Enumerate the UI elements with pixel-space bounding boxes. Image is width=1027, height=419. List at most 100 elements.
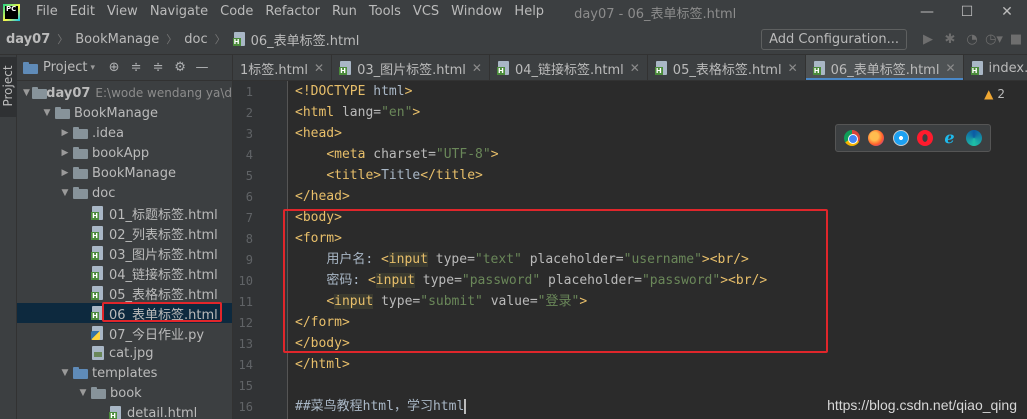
chevron-down-icon[interactable]: ▼ [57, 188, 73, 198]
close-icon[interactable]: ✕ [788, 61, 798, 75]
tree-item[interactable]: 04_链接标签.html [17, 263, 232, 283]
tree-item[interactable]: cat.jpg [17, 343, 232, 363]
tree-item[interactable]: ▼ templates [17, 363, 232, 383]
code-line[interactable]: </html> [295, 354, 350, 375]
internet-explorer-icon[interactable]: ℯ [941, 130, 957, 146]
code-line[interactable]: <html lang="en"> [295, 102, 420, 123]
line-number: 9 [245, 253, 253, 267]
breadcrumb-file[interactable]: 06_表单标签.html [232, 30, 359, 49]
project-tool-tab[interactable]: Project [0, 57, 17, 117]
code-line[interactable]: ##菜鸟教程html，学习html [295, 396, 467, 417]
code-line[interactable]: <title>Title</title> [295, 165, 483, 186]
locate-icon[interactable]: ⊕ [103, 57, 125, 79]
chevron-right-icon[interactable]: ▶ [57, 168, 73, 178]
gear-icon[interactable]: ⚙ [169, 57, 191, 79]
menu-view[interactable]: View [101, 0, 144, 24]
project-view-selector[interactable]: Project ▾ [43, 60, 95, 75]
tree-item-label: doc [92, 185, 116, 201]
folder-icon [55, 107, 70, 119]
editor-tab[interactable]: 05_表格标签.html ✕ [648, 55, 806, 80]
project-panel: Project ▾ ⊕ ≑ ≑ ⚙ — ▼ day07 E:\wode wendang… [17, 55, 233, 419]
inspection-warnings[interactable]: ▲ 2 [984, 87, 1005, 101]
tree-item-label: templates [92, 365, 158, 381]
code-line[interactable]: <!DOCTYPE html> [295, 81, 412, 102]
editor-tab[interactable]: index.html✕ [964, 55, 1027, 80]
tree-item[interactable]: 05_表格标签.html [17, 283, 232, 303]
menu-run[interactable]: Run [326, 0, 363, 24]
debug-icon[interactable]: ✱ [939, 29, 961, 51]
editor-tab[interactable]: 03_图片标签.html ✕ [332, 55, 490, 80]
tree-item-label: 05_表格标签.html [109, 287, 218, 303]
tree-item[interactable]: ▼ doc [17, 183, 232, 203]
menu-refactor[interactable]: Refactor [259, 0, 326, 24]
menu-help[interactable]: Help [508, 0, 550, 24]
tree-item[interactable]: detail.html [17, 403, 232, 419]
menu-tools[interactable]: Tools [363, 0, 407, 24]
tree-item-label: 02_列表标签.html [109, 227, 218, 243]
editor-tab-label: 04_链接标签.html [514, 62, 624, 78]
minimize-button[interactable]: — [907, 0, 947, 24]
expand-icon[interactable]: ≑ [147, 57, 169, 79]
code-highlight-annotation [283, 209, 828, 353]
tree-item[interactable]: ▼ book [17, 383, 232, 403]
tree-item[interactable]: 07_今日作业.py [17, 323, 232, 343]
close-icon[interactable]: ✕ [945, 61, 955, 75]
warning-count: 2 [997, 87, 1005, 101]
opera-icon[interactable] [917, 130, 934, 146]
safari-icon[interactable] [892, 130, 909, 146]
menu-edit[interactable]: Edit [64, 0, 101, 24]
editor-tab[interactable]: 1标签.html ✕ [233, 55, 333, 80]
tree-item[interactable]: ▼ day07 E:\wode wendang ya\d [17, 83, 232, 103]
html-file-icon [970, 61, 985, 75]
firefox-icon[interactable] [868, 130, 885, 146]
tree-item[interactable]: 03_图片标签.html [17, 243, 232, 263]
hide-icon[interactable]: — [191, 57, 213, 79]
menu-vcs[interactable]: VCS [407, 0, 445, 24]
html-file-icon [812, 61, 827, 75]
editor-tab[interactable]: 06_表单标签.html ✕ [805, 55, 964, 80]
tree-item[interactable]: ▶ BookManage [17, 163, 232, 183]
chevron-down-icon[interactable]: ▼ [39, 108, 55, 118]
close-icon[interactable]: ✕ [472, 61, 482, 75]
run-icon[interactable]: ▶ [917, 29, 939, 51]
close-icon[interactable]: ✕ [314, 61, 324, 75]
tree-item[interactable]: ▼ BookManage [17, 103, 232, 123]
chevron-right-icon: 〉 [57, 33, 69, 46]
menu-window[interactable]: Window [445, 0, 508, 24]
edge-icon[interactable] [965, 130, 982, 146]
editor-tab[interactable]: 04_链接标签.html ✕ [490, 55, 648, 80]
menu-code[interactable]: Code [214, 0, 259, 24]
project-tree: ▼ day07 E:\wode wendang ya\d ▼ BookManage ▶ .i… [17, 81, 232, 419]
close-icon[interactable]: ✕ [630, 61, 640, 75]
chrome-icon[interactable] [844, 130, 861, 146]
coverage-icon[interactable]: ◔ [961, 29, 983, 51]
code-line[interactable]: </head> [295, 186, 350, 207]
close-button[interactable]: ✕ [987, 0, 1027, 24]
chevron-right-icon[interactable]: ▶ [57, 128, 73, 138]
chevron-right-icon: 〉 [214, 33, 226, 46]
collapse-icon[interactable]: ≑ [125, 57, 147, 79]
tree-item[interactable]: ▶ bookApp [17, 143, 232, 163]
tree-item[interactable]: 01_标题标签.html [17, 203, 232, 223]
maximize-button[interactable]: ☐ [947, 0, 987, 24]
menu-navigate[interactable]: Navigate [144, 0, 214, 24]
tree-item[interactable]: ▶ .idea [17, 123, 232, 143]
add-configuration-button[interactable]: Add Configuration... [761, 29, 907, 50]
line-number: 5 [245, 169, 253, 183]
chevron-right-icon[interactable]: ▶ [57, 148, 73, 158]
stop-icon[interactable]: ■ [1005, 29, 1027, 51]
menu-file[interactable]: File [30, 0, 64, 24]
breadcrumb-doc[interactable]: doc [184, 32, 207, 47]
code-line[interactable]: <meta charset="UTF-8"> [295, 144, 498, 165]
chevron-down-icon[interactable]: ▼ [75, 388, 91, 398]
chevron-down-icon[interactable]: ▼ [57, 368, 73, 378]
chevron-down-icon[interactable]: ▼ [21, 88, 32, 98]
profile-icon[interactable]: ◷▾ [983, 29, 1005, 51]
tree-item[interactable]: 02_列表标签.html [17, 223, 232, 243]
breadcrumb-project[interactable]: day07 [6, 32, 50, 47]
code-line[interactable]: <head> [295, 123, 342, 144]
breadcrumb-bookmanage[interactable]: BookManage [75, 32, 159, 47]
line-number: 6 [245, 190, 253, 204]
menu-bar: PC File Edit View Navigate Code Refactor Run To… [0, 0, 1027, 24]
project-folder-icon [23, 61, 38, 74]
